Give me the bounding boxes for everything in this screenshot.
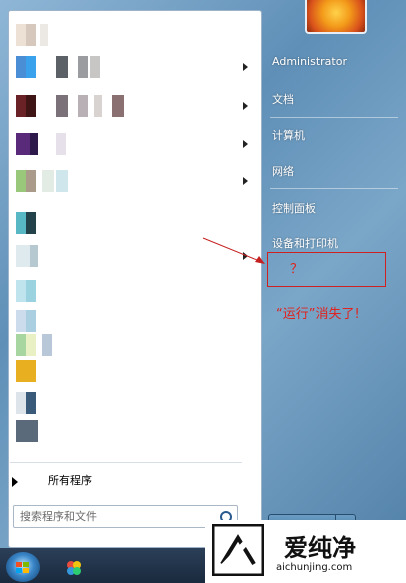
- start-menu-programs-panel: [8, 10, 262, 548]
- program-list-item[interactable]: [16, 56, 254, 78]
- program-thumbnail: [26, 24, 36, 46]
- program-list-item[interactable]: [16, 24, 254, 46]
- annotation-highlight-box: [267, 252, 386, 287]
- program-thumbnail: [26, 56, 36, 78]
- expand-arrow-icon: [12, 477, 18, 487]
- program-thumbnail: [30, 133, 38, 155]
- all-programs-label: 所有程序: [48, 474, 92, 487]
- program-list-item[interactable]: [16, 420, 254, 442]
- program-list-item[interactable]: [16, 280, 254, 302]
- program-thumbnail: [56, 133, 66, 155]
- program-thumbnail: [30, 245, 38, 267]
- program-thumbnail: [16, 310, 26, 332]
- program-list-item[interactable]: [16, 245, 254, 267]
- program-thumbnail: [16, 56, 26, 78]
- program-thumbnail: [26, 280, 36, 302]
- program-thumbnail: [16, 245, 30, 267]
- program-thumbnail: [26, 392, 36, 414]
- submenu-arrow-icon[interactable]: [243, 140, 248, 148]
- program-thumbnail: [16, 133, 30, 155]
- submenu-arrow-icon[interactable]: [243, 252, 248, 260]
- menu-divider: [270, 117, 398, 118]
- watermark-title: 爱纯净: [284, 534, 356, 562]
- program-thumbnail: [16, 420, 38, 442]
- menu-item-network[interactable]: 网络: [272, 163, 294, 179]
- watermark-domain: aichunjing.com: [276, 562, 353, 573]
- program-thumbnail: [26, 212, 36, 234]
- menu-item-documents[interactable]: 文档: [272, 91, 294, 107]
- user-avatar[interactable]: [305, 0, 367, 34]
- windows-logo-icon: [16, 562, 29, 573]
- annotation-question-mark: ？: [290, 262, 304, 277]
- program-thumbnail: [56, 56, 68, 78]
- menu-item-control-panel[interactable]: 控制面板: [272, 200, 316, 216]
- submenu-arrow-icon[interactable]: [243, 102, 248, 110]
- menu-divider: [270, 188, 398, 189]
- program-list-item[interactable]: [16, 133, 254, 155]
- submenu-arrow-icon[interactable]: [243, 177, 248, 185]
- program-list-item[interactable]: [16, 170, 254, 192]
- program-thumbnail: [94, 95, 102, 117]
- program-thumbnail: [56, 170, 68, 192]
- program-list-item[interactable]: [16, 360, 254, 382]
- program-thumbnail: [40, 24, 48, 46]
- submenu-arrow-icon[interactable]: [243, 63, 248, 71]
- program-thumbnail: [78, 95, 88, 117]
- watermark-logo-icon: [212, 524, 264, 576]
- program-list-item[interactable]: [16, 212, 254, 234]
- program-thumbnail: [16, 392, 26, 414]
- program-list-item[interactable]: [16, 310, 254, 332]
- program-thumbnail: [26, 310, 36, 332]
- program-thumbnail: [42, 334, 52, 356]
- program-thumbnail: [90, 56, 100, 78]
- menu-item-computer[interactable]: 计算机: [272, 127, 305, 143]
- program-thumbnail: [16, 212, 26, 234]
- program-thumbnail: [16, 170, 26, 192]
- menu-item-devices-printers[interactable]: 设备和打印机: [272, 235, 338, 251]
- all-programs-divider: [10, 462, 242, 463]
- program-thumbnail: [78, 56, 88, 78]
- program-thumbnail: [26, 95, 36, 117]
- program-thumbnail: [16, 24, 26, 46]
- program-thumbnail: [16, 360, 36, 382]
- search-input[interactable]: [20, 508, 210, 524]
- program-list-item[interactable]: [16, 95, 254, 117]
- program-thumbnail: [16, 280, 26, 302]
- program-thumbnail: [26, 170, 36, 192]
- annotation-note: “运行”消失了!: [276, 307, 360, 322]
- program-thumbnail: [112, 95, 124, 117]
- program-list-item[interactable]: [16, 392, 254, 414]
- program-thumbnail: [42, 170, 54, 192]
- taskbar-app-icon[interactable]: [66, 560, 82, 576]
- program-thumbnail: [26, 334, 36, 356]
- program-thumbnail: [16, 334, 26, 356]
- program-thumbnail: [16, 95, 26, 117]
- program-list-item[interactable]: [16, 334, 254, 356]
- menu-item-administrator[interactable]: Administrator: [272, 55, 347, 68]
- program-thumbnail: [56, 95, 68, 117]
- all-programs-button[interactable]: 所有程序: [10, 470, 242, 494]
